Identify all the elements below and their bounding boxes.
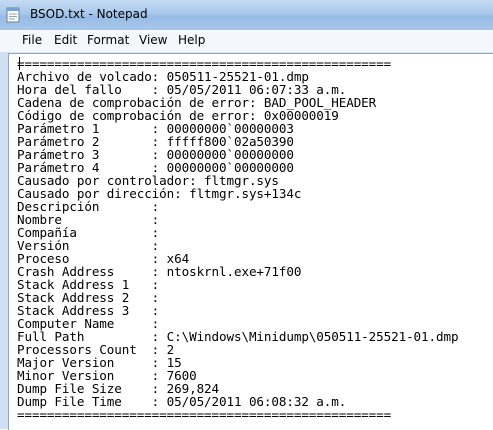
- document-lines: ========================================…: [17, 57, 459, 422]
- menu-format[interactable]: Format: [86, 33, 130, 47]
- text-line: ========================================…: [17, 407, 392, 422]
- title-bar[interactable]: BSOD.txt - Notepad: [0, 0, 493, 30]
- window-title: BSOD.txt - Notepad: [30, 7, 148, 21]
- notepad-window: BSOD.txt - Notepad File Edit Format View…: [0, 0, 493, 430]
- menu-view[interactable]: View: [138, 33, 168, 47]
- menu-bar: File Edit Format View Help: [0, 30, 493, 53]
- menu-help[interactable]: Help: [177, 33, 206, 47]
- text-editor-area[interactable]: ========================================…: [8, 53, 493, 430]
- menu-file[interactable]: File: [21, 33, 43, 47]
- menu-edit[interactable]: Edit: [53, 33, 78, 47]
- notepad-icon: [6, 7, 20, 23]
